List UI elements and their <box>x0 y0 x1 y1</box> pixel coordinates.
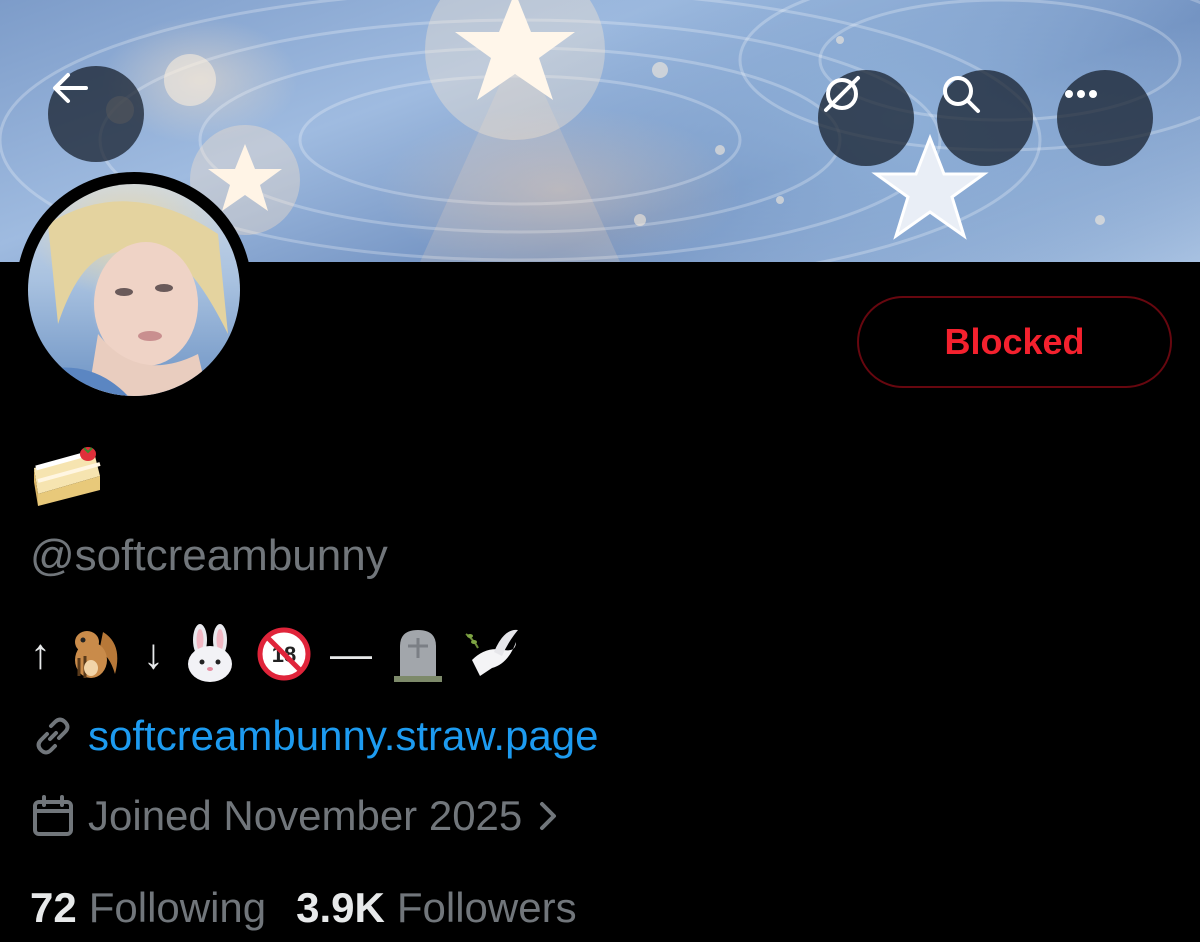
profile-joined-row[interactable]: Joined November 2025 <box>30 790 564 842</box>
search-button[interactable] <box>937 70 1033 166</box>
profile-link-row: softcreambunny.straw.page <box>30 710 599 762</box>
shortcake-emoji <box>34 447 101 506</box>
rabbit-face-emoji <box>188 624 232 682</box>
following-label: Following <box>88 884 267 931</box>
profile-stats: 72 Following 3.9K Followers <box>30 882 577 934</box>
avatar-image <box>28 184 240 396</box>
dove-emoji <box>465 629 518 676</box>
following-stat[interactable]: 72 Following <box>30 882 266 934</box>
blocked-button-label: Blocked <box>944 321 1085 362</box>
chevron-right-icon <box>540 802 557 830</box>
calendar-icon <box>33 795 73 836</box>
profile-bio: ↑ ↓ 18 — <box>30 622 520 686</box>
more-horizontal-icon <box>1065 90 1097 98</box>
profile-website-link[interactable]: softcreambunny.straw.page <box>88 710 599 762</box>
following-count: 72 <box>30 884 77 931</box>
bio-down-arrow: ↓ <box>143 630 164 677</box>
profile-page: Blocked @softcreambunny ↑ ↓ — softcreamb… <box>0 0 1200 942</box>
bio-up-arrow: ↑ <box>30 630 51 677</box>
no-one-under-eighteen-emoji: 18 <box>257 627 311 681</box>
followers-label: Followers <box>396 884 577 931</box>
profile-handle: @softcreambunny <box>30 531 388 580</box>
blocked-button[interactable]: Blocked <box>857 296 1172 388</box>
profile-joined-date: Joined November 2025 <box>88 792 523 839</box>
followers-stat[interactable]: 3.9K Followers <box>296 882 576 934</box>
avatar-portrait <box>28 201 228 396</box>
more-button[interactable] <box>1057 70 1153 166</box>
bio-dash: — <box>330 630 372 677</box>
arrow-left-icon <box>53 73 88 103</box>
back-button[interactable] <box>48 66 144 162</box>
search-icon <box>943 76 980 113</box>
headstone-emoji <box>394 630 442 682</box>
followers-count: 3.9K <box>296 884 385 931</box>
grok-button[interactable] <box>818 70 914 166</box>
grok-icon <box>824 76 860 112</box>
chipmunk-emoji <box>75 631 118 678</box>
profile-avatar[interactable] <box>16 172 252 408</box>
link-icon <box>36 717 70 755</box>
